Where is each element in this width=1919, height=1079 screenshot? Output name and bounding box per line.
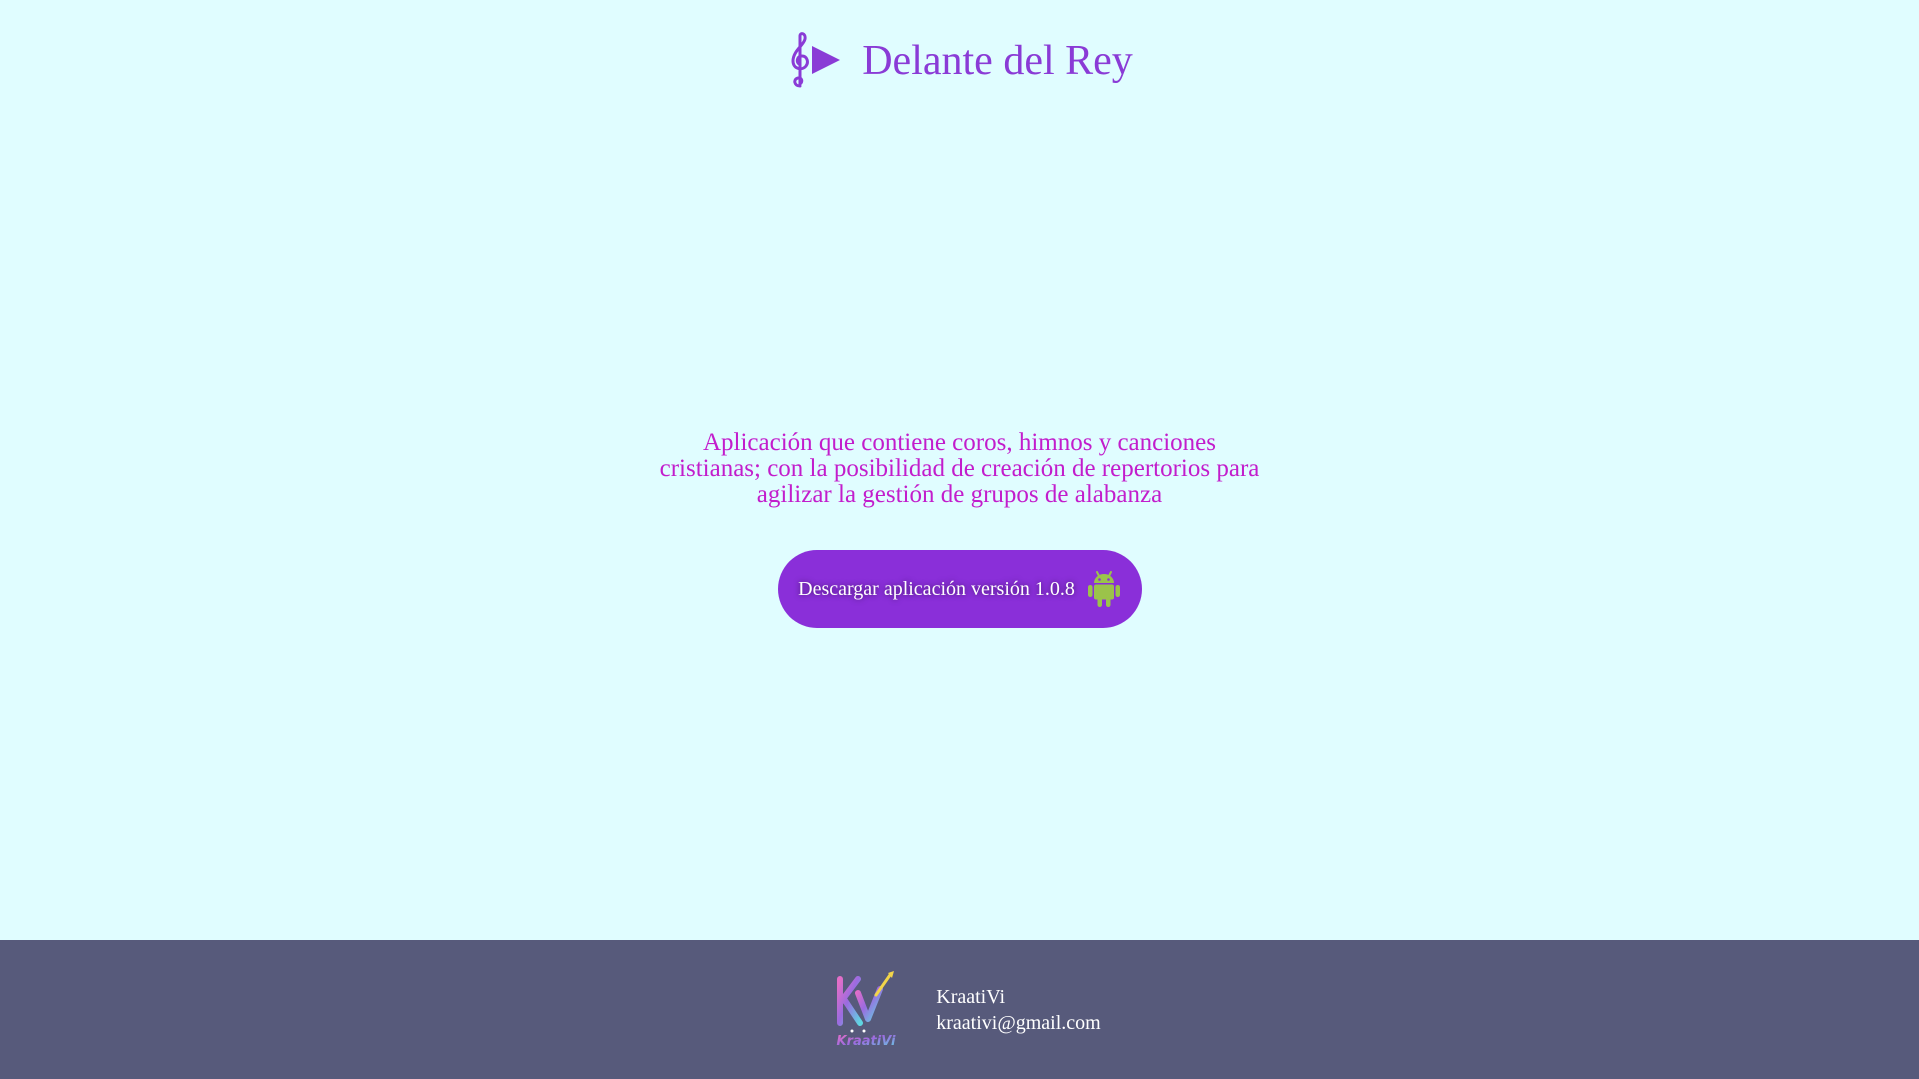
download-container: Descargar aplicación versión 1.0.8 (0, 550, 1919, 628)
download-app-button[interactable]: Descargar aplicación versión 1.0.8 (777, 550, 1142, 628)
page: Delante del Rey Aplicación que contiene … (0, 0, 1919, 1079)
download-button-label: Descargar aplicación versión 1.0.8 (798, 577, 1075, 600)
kraativi-logo-icon: KraatiVi (828, 970, 904, 1049)
header: Delante del Rey (0, 30, 1919, 90)
description-container: Aplicación que contiene coros, himnos y … (0, 430, 1919, 508)
app-title: Delante del Rey (862, 38, 1133, 84)
footer-email[interactable]: kraativi@gmail.com (936, 1010, 1100, 1036)
treble-clef-play-icon (786, 32, 844, 88)
footer-contact: KraatiVi kraativi@gmail.com (936, 984, 1100, 1036)
footer-company-name: KraatiVi (936, 985, 1006, 1008)
footer: KraatiVi KraatiVi kraativi@gmail.com (0, 940, 1919, 1079)
app-description: Aplicación que contiene coros, himnos y … (659, 429, 1260, 508)
android-icon (1087, 569, 1121, 609)
footer-content: KraatiVi KraatiVi kraativi@gmail.com (828, 970, 1101, 1049)
svg-text:KraatiVi: KraatiVi (837, 1034, 897, 1049)
